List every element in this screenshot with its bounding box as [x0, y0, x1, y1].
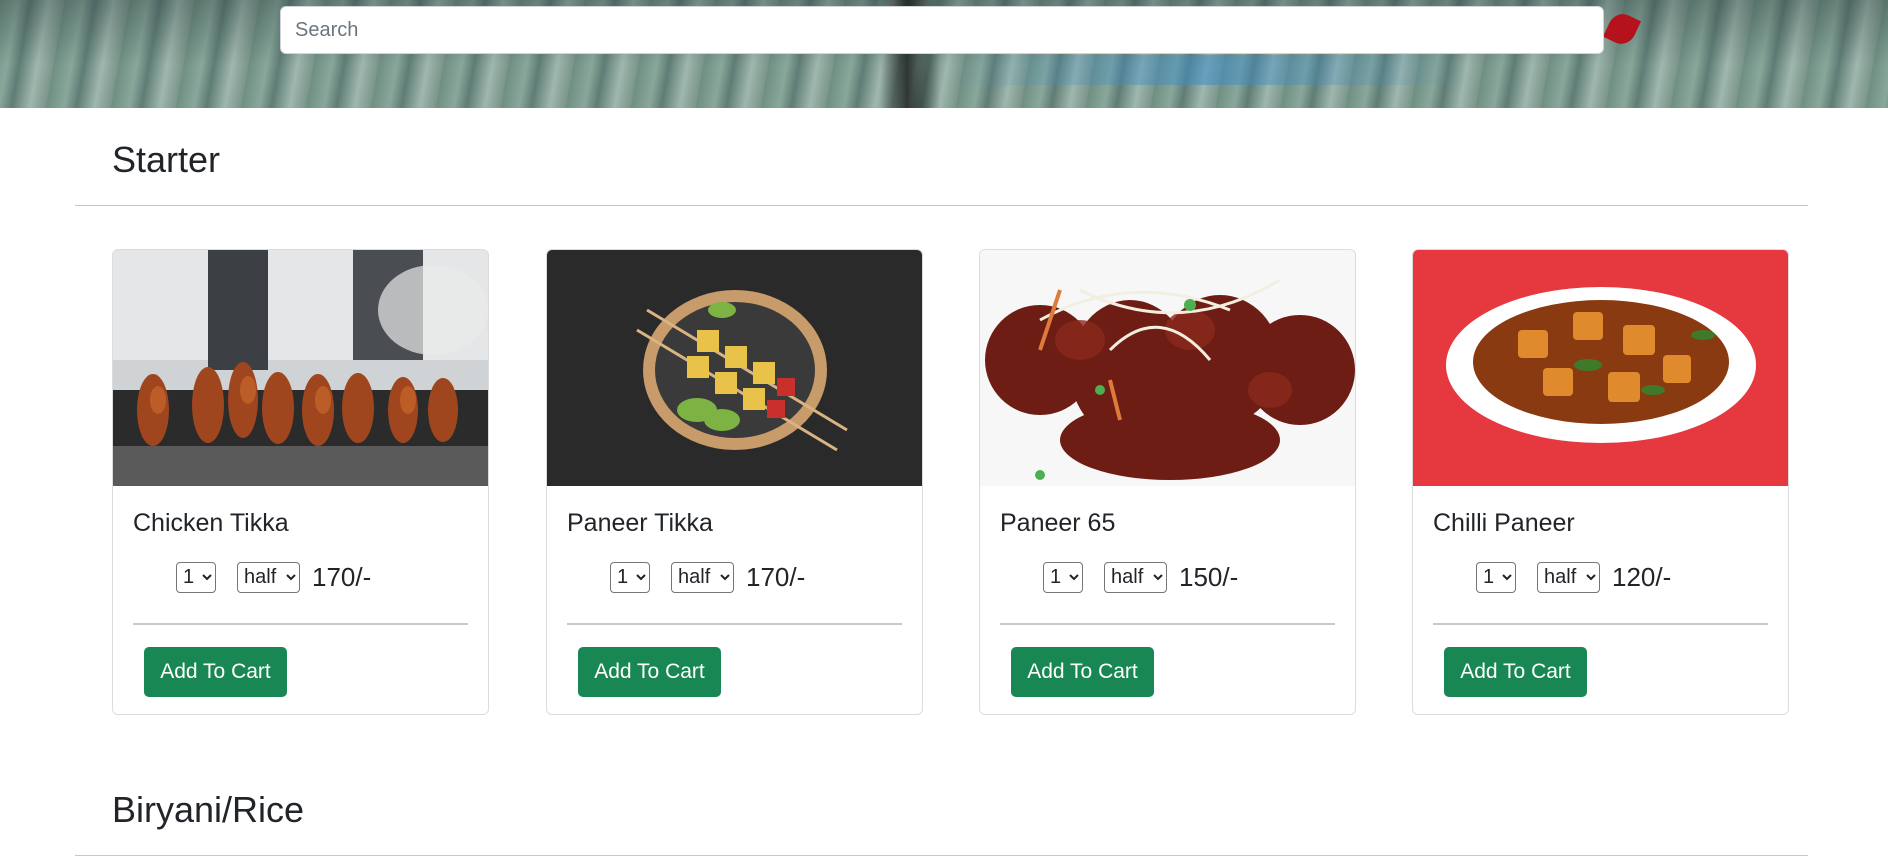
item-options: 1 half 120/- — [1476, 561, 1671, 593]
add-to-cart-button[interactable]: Add To Cart — [1011, 647, 1154, 697]
add-to-cart-button[interactable]: Add To Cart — [144, 647, 287, 697]
add-to-cart-button[interactable]: Add To Cart — [1444, 647, 1587, 697]
menu-card-chilli-paneer: Chilli Paneer 1 half 120/- Add To Cart — [1412, 249, 1789, 715]
portion-select[interactable]: half — [1104, 561, 1167, 593]
item-options: 1 half 170/- — [610, 561, 805, 593]
portion-select[interactable]: half — [237, 561, 300, 593]
card-divider — [133, 623, 468, 625]
card-divider — [1000, 623, 1335, 625]
menu-card-paneer-65: Paneer 65 1 half 150/- Add To Cart — [979, 249, 1356, 715]
section-divider — [75, 205, 1808, 206]
item-name: Paneer Tikka — [567, 509, 713, 537]
quantity-select[interactable]: 1 — [176, 561, 216, 593]
item-options: 1 half 170/- — [176, 561, 371, 593]
item-price: 170/- — [746, 561, 806, 592]
card-divider — [1433, 623, 1768, 625]
chilli-paneer-image — [1413, 250, 1788, 486]
quantity-select[interactable]: 1 — [1476, 561, 1516, 593]
item-name: Chicken Tikka — [133, 509, 289, 537]
item-price: 120/- — [1612, 561, 1672, 592]
quantity-select[interactable]: 1 — [610, 561, 650, 593]
item-options: 1 half 150/- — [1043, 561, 1238, 593]
item-name: Paneer 65 — [1000, 509, 1116, 537]
hero-banner — [0, 0, 1888, 108]
menu-card-paneer-tikka: Paneer Tikka 1 half 170/- Add To Cart — [546, 249, 923, 715]
search-input[interactable] — [280, 6, 1604, 54]
quantity-select[interactable]: 1 — [1043, 561, 1083, 593]
item-name: Chilli Paneer — [1433, 509, 1575, 537]
chili-leaf-decoration — [1602, 9, 1642, 49]
item-price: 150/- — [1179, 561, 1239, 592]
portion-select[interactable]: half — [1537, 561, 1600, 593]
paneer-tikka-image — [547, 250, 922, 486]
section-title-starter: Starter — [112, 139, 221, 180]
item-price: 170/- — [312, 561, 372, 592]
hero-banner-water — [950, 55, 1470, 85]
add-to-cart-button[interactable]: Add To Cart — [578, 647, 721, 697]
paneer-65-image — [980, 250, 1355, 486]
menu-card-chicken-tikka: Chicken Tikka 1 half 170/- Add To Cart — [112, 249, 489, 715]
card-divider — [567, 623, 902, 625]
section-title-biryani-rice: Biryani/Rice — [112, 789, 305, 830]
chicken-tikka-image — [113, 250, 488, 486]
portion-select[interactable]: half — [671, 561, 734, 593]
